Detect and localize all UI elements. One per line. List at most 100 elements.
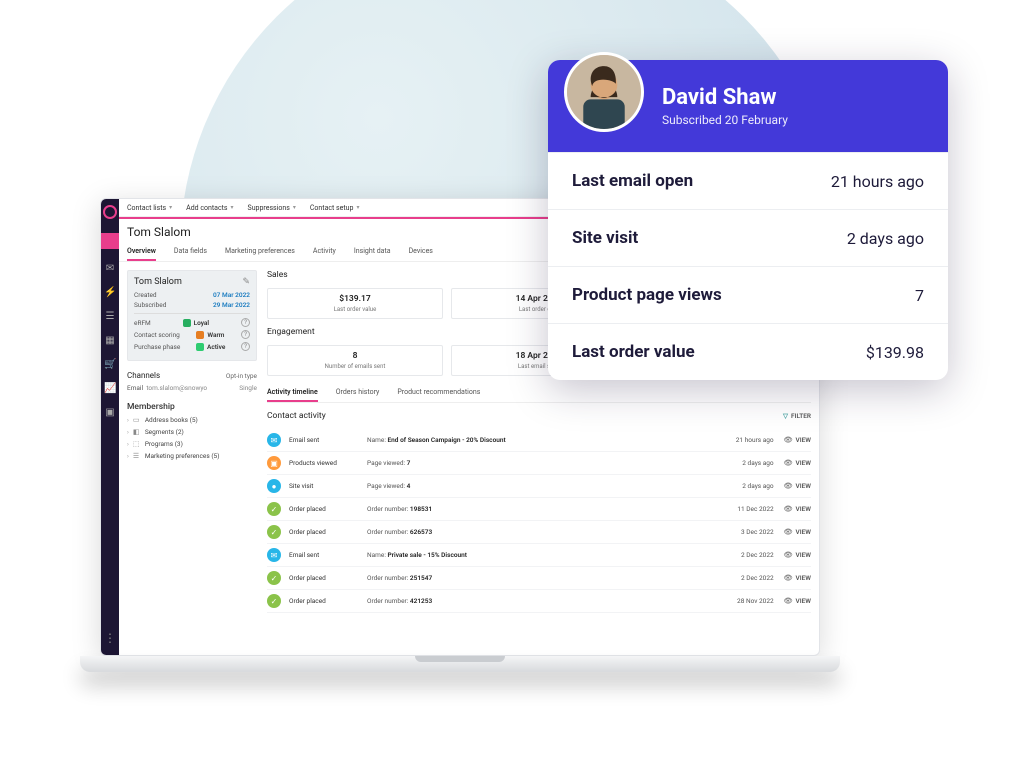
- activity-detail: Order number: 251547: [367, 574, 704, 582]
- eye-icon: 👁: [784, 482, 793, 490]
- chevron-down-icon: ▾: [169, 204, 172, 211]
- caret-right-icon: ›: [127, 429, 129, 436]
- tab-marketing-preferences[interactable]: Marketing preferences: [225, 243, 295, 261]
- eye-icon: 👁: [784, 505, 793, 513]
- eye-icon: 👁: [784, 436, 793, 444]
- chevron-down-icon: ▾: [231, 204, 234, 211]
- topnav-contact-lists[interactable]: Contact lists▾: [127, 204, 172, 212]
- rail-more-icon[interactable]: ⋮: [104, 631, 116, 645]
- eye-icon: 👁: [784, 597, 793, 605]
- rail-item-analytics-icon[interactable]: 📈: [104, 383, 116, 395]
- shield-icon: [183, 319, 191, 327]
- tab-data-fields[interactable]: Data fields: [174, 243, 207, 261]
- activity-type: Email sent: [289, 436, 367, 444]
- activity-time: 3 Dec 2022: [704, 528, 774, 536]
- activity-view-button[interactable]: 👁VIEW: [784, 482, 811, 490]
- edit-icon[interactable]: ✎: [242, 277, 250, 287]
- phase-label: Purchase phase: [134, 343, 180, 351]
- eye-icon: 👁: [784, 551, 793, 559]
- preferences-icon: ☰: [133, 452, 141, 460]
- subtab-product-recommendations[interactable]: Product recommendations: [397, 384, 480, 402]
- cart-icon: [196, 343, 204, 351]
- contact-activity-title: Contact activity: [267, 411, 326, 421]
- activity-detail: Order number: 626573: [367, 528, 704, 536]
- overlay-row-product-views: Product page views7: [548, 266, 948, 323]
- rail-item-mail-icon[interactable]: ✉: [104, 263, 116, 275]
- activity-row: ●Site visitPage viewed: 42 days ago👁VIEW: [267, 475, 811, 498]
- activity-view-button[interactable]: 👁VIEW: [784, 528, 811, 536]
- tab-devices[interactable]: Devices: [409, 243, 433, 261]
- tab-overview[interactable]: Overview: [127, 243, 156, 261]
- program-icon: ⬚: [133, 440, 141, 448]
- activity-prod-icon: ▣: [267, 456, 281, 470]
- help-icon[interactable]: ?: [241, 318, 250, 327]
- rail-item-content-icon[interactable]: ▦: [104, 335, 116, 347]
- rail-item-apps-icon[interactable]: ▣: [104, 407, 116, 419]
- overlay-row-last-order-value: Last order value$139.98: [548, 323, 948, 380]
- activity-row: ▣ Products viewedPage viewed: 72 days ago…: [267, 452, 811, 475]
- subtab-activity-timeline[interactable]: Activity timeline: [267, 384, 318, 402]
- erfm-label: eRFM: [134, 319, 151, 327]
- activity-view-button[interactable]: 👁VIEW: [784, 597, 811, 605]
- subscribed-value: 29 Mar 2022: [213, 301, 250, 309]
- avatar: [564, 52, 644, 132]
- activity-view-button[interactable]: 👁VIEW: [784, 436, 811, 444]
- activity-row: ✓Order placedOrder number: 2515472 Dec 2…: [267, 567, 811, 590]
- topnav-add-contacts[interactable]: Add contacts▾: [186, 204, 233, 212]
- overlay-subscribed: Subscribed 20 February: [662, 113, 788, 127]
- sidebar-rail: ✉ ⚡ ☰ ▦ 🛒 📈 ▣ ⋮: [101, 199, 119, 655]
- activity-detail: Page viewed: 7: [367, 459, 704, 467]
- membership-title: Membership: [127, 402, 257, 412]
- tab-insight-data[interactable]: Insight data: [354, 243, 391, 261]
- overlay-header: David Shaw Subscribed 20 February: [548, 60, 948, 152]
- activity-time: 2 days ago: [704, 482, 774, 490]
- phase-badge: Active: [196, 343, 225, 351]
- topnav-contact-setup[interactable]: Contact setup▾: [310, 204, 360, 212]
- caret-right-icon: ›: [127, 441, 129, 448]
- chevron-down-icon: ▾: [356, 204, 359, 211]
- rail-item-forms-icon[interactable]: ☰: [104, 311, 116, 323]
- activity-view-button[interactable]: 👁VIEW: [784, 505, 811, 513]
- activity-time: 2 days ago: [704, 459, 774, 467]
- channel-row-label: Email tom.slalom@snowyo: [127, 384, 207, 392]
- activity-list: ✉Email sentName: End of Season Campaign …: [267, 429, 811, 613]
- activity-detail: Order number: 421253: [367, 597, 704, 605]
- activity-row: ✉Email sentName: Private sale - 15% Disc…: [267, 544, 811, 567]
- activity-time: 2 Dec 2022: [704, 574, 774, 582]
- activity-row: ✓ Order placedOrder number: 42125328 Nov …: [267, 590, 811, 613]
- activity-order-icon: ✓: [267, 571, 281, 585]
- scoring-label: Contact scoring: [134, 331, 180, 339]
- rail-item-commerce-icon[interactable]: 🛒: [104, 359, 116, 371]
- tab-activity[interactable]: Activity: [313, 243, 336, 261]
- channel-mode: Single: [239, 384, 257, 392]
- topnav-suppressions[interactable]: Suppressions▾: [248, 204, 296, 212]
- laptop-base: [80, 656, 840, 672]
- activity-order-icon: ✓: [267, 594, 281, 608]
- channel-email-value: tom.slalom@snowyo: [146, 384, 207, 392]
- activity-type: Order placed: [289, 597, 367, 605]
- contact-summary-card: Tom Slalom✎ Created07 Mar 2022 Subscribe…: [127, 270, 257, 361]
- activity-time: 28 Nov 2022: [704, 597, 774, 605]
- erfm-badge: Loyal: [183, 319, 210, 327]
- help-icon[interactable]: ?: [241, 342, 250, 351]
- app-logo-icon[interactable]: [103, 205, 117, 219]
- activity-view-button[interactable]: 👁VIEW: [784, 574, 811, 582]
- channels-title: Channels: [127, 371, 160, 380]
- activity-mail-icon: ✉: [267, 548, 281, 562]
- subtab-orders-history[interactable]: Orders history: [336, 384, 380, 402]
- overlay-contact-name: David Shaw: [662, 85, 788, 110]
- membership-item-marketing-prefs[interactable]: ›☰Marketing preferences (5): [127, 452, 257, 460]
- activity-view-button[interactable]: 👁VIEW: [784, 551, 811, 559]
- contact-summary-overlay: David Shaw Subscribed 20 February Last e…: [548, 60, 948, 380]
- rail-item-automations-icon[interactable]: ⚡: [104, 287, 116, 299]
- membership-item-address-books[interactable]: ›▭Address books (5): [127, 416, 257, 424]
- membership-item-segments[interactable]: ›◧Segments (2): [127, 428, 257, 436]
- membership-item-programs[interactable]: ›⬚Programs (3): [127, 440, 257, 448]
- rail-item-contacts[interactable]: [101, 233, 119, 249]
- activity-type: Products viewed: [289, 459, 367, 467]
- activity-time: 2 Dec 2022: [704, 551, 774, 559]
- activity-view-button[interactable]: 👁VIEW: [784, 459, 811, 467]
- filter-button[interactable]: ▽FILTER: [783, 412, 811, 420]
- help-icon[interactable]: ?: [241, 330, 250, 339]
- activity-visit-icon: ●: [267, 479, 281, 493]
